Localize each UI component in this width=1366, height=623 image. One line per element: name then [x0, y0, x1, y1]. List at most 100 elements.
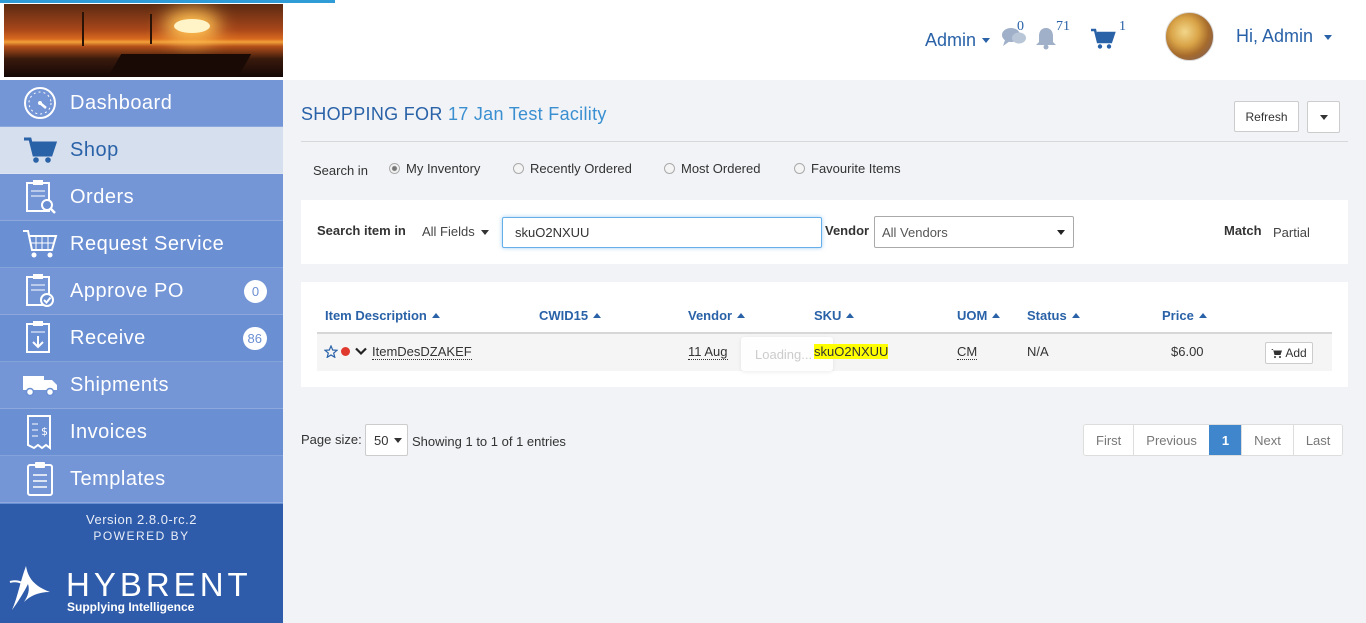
- dashboard-gauge-icon: [22, 85, 58, 121]
- invoice-dollar-icon: $: [22, 414, 58, 450]
- column-header-cwid15[interactable]: CWID15: [539, 308, 602, 323]
- wind-turbine: [150, 14, 152, 44]
- search-item-in-label: Search item in: [317, 223, 406, 238]
- sidebar-item-request-service[interactable]: Request Service: [0, 221, 283, 268]
- field-scope-value: All Fields: [422, 224, 475, 239]
- sidebar-item-invoices[interactable]: $ Invoices: [0, 409, 283, 456]
- column-header-price[interactable]: Price: [1162, 308, 1207, 323]
- sidebar-item-dashboard[interactable]: Dashboard: [0, 80, 283, 127]
- item-status: N/A: [1027, 344, 1049, 359]
- template-clipboard-icon: [22, 461, 58, 497]
- entries-summary: Showing 1 to 1 of 1 entries: [412, 434, 566, 449]
- sidebar-item-approve-po[interactable]: Approve PO 0: [0, 268, 283, 315]
- pager-previous[interactable]: Previous: [1133, 425, 1209, 455]
- facility-link[interactable]: 17 Jan Test Facility: [448, 104, 607, 124]
- svg-text:$: $: [41, 425, 48, 438]
- search-input[interactable]: [502, 217, 822, 248]
- sidebar-item-orders[interactable]: Orders: [0, 174, 283, 221]
- sort-ascending-icon: [1198, 313, 1207, 318]
- search-in-label: Search in: [313, 162, 368, 178]
- sidebar-item-label: Invoices: [70, 420, 148, 443]
- item-price: $6.00: [1171, 344, 1204, 359]
- page-title: SHOPPING FOR 17 Jan Test Facility: [301, 104, 607, 125]
- chevron-down-icon: [1319, 114, 1328, 120]
- column-header-status[interactable]: Status: [1027, 308, 1080, 323]
- column-header-label: Status: [1027, 308, 1067, 323]
- page-title-prefix: SHOPPING FOR: [301, 104, 443, 124]
- search-option-label: Favourite Items: [811, 161, 901, 176]
- sidebar-item-shipments[interactable]: Shipments: [0, 362, 283, 409]
- pager-first[interactable]: First: [1084, 425, 1134, 455]
- search-option-recently-ordered[interactable]: Recently Ordered: [513, 161, 632, 176]
- refresh-button-label: Refresh: [1245, 109, 1288, 124]
- item-description-link[interactable]: ItemDesDZAKEF: [372, 344, 472, 360]
- add-to-cart-button[interactable]: Add: [1265, 342, 1313, 364]
- sidebar-item-templates[interactable]: Templates: [0, 456, 283, 503]
- refresh-button[interactable]: Refresh: [1234, 101, 1299, 132]
- column-header-vendor[interactable]: Vendor: [688, 308, 746, 323]
- user-avatar[interactable]: [1165, 12, 1214, 61]
- sort-ascending-icon: [737, 313, 746, 318]
- chevron-down-icon[interactable]: [355, 347, 367, 356]
- clipboard-search-icon: [22, 179, 58, 215]
- approve-po-count-badge: 0: [244, 280, 267, 303]
- sort-ascending-icon: [1071, 313, 1080, 318]
- match-value[interactable]: Partial: [1273, 225, 1310, 240]
- admin-menu[interactable]: Admin: [925, 28, 991, 52]
- pager-next[interactable]: Next: [1241, 425, 1293, 455]
- sidebar-item-label: Shop: [70, 138, 119, 161]
- column-header-item-description[interactable]: Item Description: [325, 308, 440, 323]
- options-dropdown-button[interactable]: [1307, 101, 1340, 133]
- field-scope-dropdown[interactable]: All Fields: [422, 224, 490, 239]
- search-option-favourite-items[interactable]: Favourite Items: [794, 161, 901, 176]
- chevron-down-icon: [394, 437, 403, 443]
- item-vendor[interactable]: 11 Aug: [688, 344, 728, 360]
- notifications-button[interactable]: [1034, 26, 1058, 50]
- main-content: SHOPPING FOR 17 Jan Test Facility Refres…: [283, 80, 1366, 623]
- radio-icon: [513, 163, 524, 174]
- sidebar: Dashboard Shop Orders Request Service Ap…: [0, 80, 283, 623]
- search-option-most-ordered[interactable]: Most Ordered: [664, 161, 760, 176]
- sidebar-item-label: Dashboard: [70, 91, 173, 114]
- vendor-select[interactable]: All Vendors: [874, 216, 1074, 248]
- search-option-my-inventory[interactable]: My Inventory: [389, 161, 480, 176]
- match-label: Match: [1224, 223, 1262, 238]
- shopping-cart-icon: [1271, 349, 1283, 358]
- stock-status-dot-icon: [341, 347, 350, 356]
- cart-count: 1: [1119, 19, 1126, 34]
- hybrent-bird-logo-icon: [9, 566, 50, 610]
- wind-turbine: [82, 12, 84, 46]
- sort-ascending-icon: [846, 313, 855, 318]
- sidebar-item-label: Receive: [70, 326, 146, 349]
- pager-page-1[interactable]: 1: [1208, 425, 1242, 455]
- receive-count-badge: 86: [242, 327, 267, 350]
- column-header-label: UOM: [957, 308, 988, 323]
- item-sku: skuO2NXUU: [814, 344, 889, 359]
- shopping-cart-icon: [1091, 28, 1116, 49]
- sidebar-footer: Version 2.8.0-rc.2 POWERED BY HYBRENT Su…: [0, 504, 283, 623]
- column-header-label: Vendor: [688, 308, 733, 323]
- column-header-label: SKU: [814, 308, 842, 323]
- sidebar-item-shop[interactable]: Shop: [0, 127, 283, 174]
- chevron-down-icon: [982, 37, 991, 43]
- pager-last[interactable]: Last: [1292, 425, 1343, 455]
- sidebar-item-label: Orders: [70, 185, 135, 208]
- column-header-label: Item Description: [325, 308, 427, 323]
- page-size-select[interactable]: 50: [365, 424, 408, 456]
- cart-button[interactable]: [1090, 28, 1116, 50]
- column-header-sku[interactable]: SKU: [814, 308, 855, 323]
- top-bar: Admin 0 71 1 Hi, Admin: [0, 0, 1366, 80]
- sidebar-item-receive[interactable]: Receive 86: [0, 315, 283, 362]
- sidebar-item-label: Approve PO: [70, 279, 184, 302]
- sidebar-item-label: Templates: [70, 467, 166, 490]
- sort-ascending-icon: [593, 313, 602, 318]
- chevron-down-icon: [481, 230, 490, 236]
- item-uom[interactable]: CM: [957, 344, 978, 360]
- user-greeting: Hi, Admin: [1236, 26, 1314, 46]
- favourite-star-icon[interactable]: [324, 345, 338, 358]
- column-header-uom[interactable]: UOM: [957, 308, 1001, 323]
- divider: [301, 141, 1348, 142]
- facility-banner-image: [4, 4, 283, 77]
- column-header-label: CWID15: [539, 308, 589, 323]
- user-menu[interactable]: Hi, Admin: [1236, 26, 1333, 47]
